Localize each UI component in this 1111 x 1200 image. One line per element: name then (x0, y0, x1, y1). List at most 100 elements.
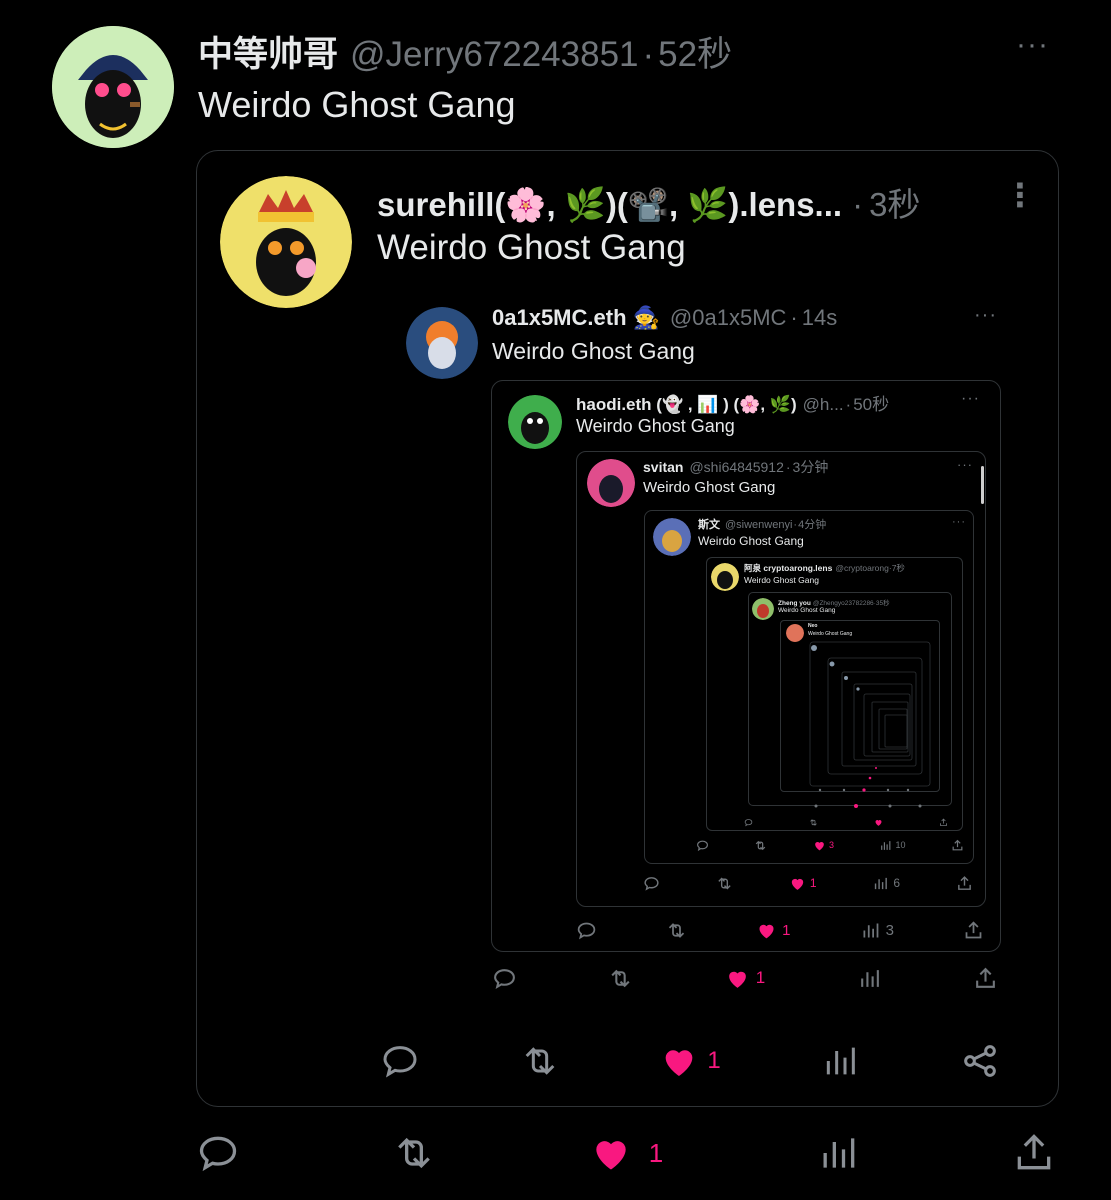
retweet-icon[interactable] (392, 1131, 436, 1175)
reply-icon[interactable] (576, 920, 597, 941)
more-options-icon[interactable]: ⋮ (1004, 176, 1037, 214)
timestamp[interactable]: 3秒 (869, 178, 920, 226)
more-options-icon[interactable]: ··· (952, 516, 966, 528)
avatar-level4[interactable] (587, 459, 635, 507)
like-button[interactable]: 1 (789, 875, 817, 892)
avatar-level2[interactable] (406, 307, 478, 379)
header-level6: 阿泉 cryptoarong.lens @cryptoarong · 7秒 (744, 562, 905, 574)
like-button[interactable]: 3 (813, 839, 834, 852)
views-button[interactable]: 10 (879, 839, 905, 852)
avatar-level0[interactable] (52, 26, 174, 148)
display-name[interactable]: haodi.eth (👻 , 📊 ) (🌸, 🌿) (576, 395, 797, 415)
separator-dot: · (793, 519, 798, 531)
avatar-level6[interactable] (711, 563, 739, 591)
tweet-text: Weirdo Ghost Gang (808, 631, 853, 637)
share-icon[interactable] (956, 875, 973, 892)
like-button[interactable]: 1 (725, 966, 765, 991)
retweet-icon[interactable] (809, 818, 818, 827)
handle[interactable]: @cryptoarong (835, 563, 889, 573)
timestamp[interactable]: 50秒 (853, 390, 889, 415)
retweet-icon[interactable] (520, 1041, 560, 1081)
handle[interactable]: @0a1x5MC (670, 305, 787, 331)
tweet-text: Weirdo Ghost Gang (377, 228, 686, 267)
display-name[interactable]: surehill(🌸, 🌿)(📽️, 🌿).lens... (377, 186, 842, 225)
timestamp[interactable]: 35秒 (876, 597, 890, 607)
share-network-icon[interactable] (960, 1041, 1000, 1081)
display-name[interactable]: 斯文 (698, 516, 720, 532)
retweet-icon[interactable] (666, 920, 687, 941)
reply-icon[interactable] (696, 839, 709, 852)
share-icon[interactable] (963, 920, 984, 941)
header-level5: 斯文 @siwenwenyi · 4分钟 (698, 516, 826, 532)
more-options-icon[interactable]: ··· (961, 390, 980, 408)
share-icon[interactable] (951, 839, 964, 852)
like-count: 1 (755, 968, 766, 987)
share-icon[interactable] (973, 966, 998, 991)
like-count: 1 (809, 876, 817, 890)
share-icon[interactable] (939, 818, 948, 827)
header-level7: Zheng you @Zhengyo23782286 · 35秒 (778, 597, 890, 607)
reply-icon[interactable] (196, 1131, 240, 1175)
action-bar-level5: 3 10 (696, 837, 964, 853)
timestamp[interactable]: 52秒 (658, 26, 732, 77)
tweet-text: Weirdo Ghost Gang (198, 84, 516, 125)
avatar-level5[interactable] (653, 518, 691, 556)
handle[interactable]: @siwenwenyi (725, 519, 792, 531)
recursive-tweet-tunnel (809, 641, 931, 808)
handle[interactable]: @Jerry672243851 (350, 35, 639, 75)
scrollbar[interactable] (981, 466, 984, 504)
views-button[interactable]: 6 (872, 875, 900, 892)
display-name[interactable]: Zheng you (778, 600, 811, 607)
header-level1: surehill(🌸, 🌿)(📽️, 🌿).lens... · 3秒 (377, 178, 920, 226)
action-bar-level1: 1 (380, 1040, 1000, 1082)
tweet-text: Weirdo Ghost Gang (778, 607, 836, 614)
more-options-icon[interactable]: ··· (957, 457, 973, 472)
reply-icon[interactable] (643, 875, 660, 892)
avatar-level3[interactable] (508, 395, 562, 449)
header-level4: svitan @shi64845912 · 3分钟 (643, 457, 828, 477)
action-bar-level0: 1 (196, 1130, 1056, 1176)
views-icon[interactable] (857, 966, 882, 991)
display-name[interactable]: Neo (808, 623, 817, 629)
like-icon[interactable] (874, 818, 883, 827)
heart-icon (759, 924, 774, 938)
more-options-icon[interactable]: ··· (1016, 28, 1049, 62)
avatar-level1[interactable] (220, 176, 352, 308)
timestamp[interactable]: 14s (802, 305, 837, 331)
header-level3: haodi.eth (👻 , 📊 ) (🌸, 🌿) @h... · 50秒 (576, 390, 889, 415)
tweet-text: Weirdo Ghost Gang (576, 416, 735, 436)
views-button[interactable]: 3 (860, 920, 894, 941)
display-name[interactable]: 中等帅哥 (198, 26, 338, 77)
like-button[interactable]: 1 (589, 1131, 663, 1175)
like-button[interactable]: 1 (659, 1041, 721, 1081)
views-icon (863, 923, 878, 937)
timestamp[interactable]: 7秒 (892, 562, 905, 574)
reply-icon[interactable] (380, 1041, 420, 1081)
separator-dot: · (790, 305, 798, 330)
like-count: 1 (782, 921, 791, 939)
timestamp[interactable]: 4分钟 (798, 516, 826, 532)
views-icon (881, 840, 891, 850)
handle[interactable]: @shi64845912 (689, 459, 783, 475)
views-icon[interactable] (816, 1131, 860, 1175)
timestamp[interactable]: 3分钟 (793, 457, 829, 477)
retweet-icon[interactable] (608, 966, 633, 991)
more-options-icon[interactable]: ··· (974, 304, 997, 327)
like-count: 1 (707, 1047, 721, 1074)
retweet-icon[interactable] (754, 839, 767, 852)
display-name[interactable]: svitan (643, 459, 683, 475)
reply-icon[interactable] (744, 818, 753, 827)
action-bar-level2: 1 (492, 964, 998, 992)
handle[interactable]: @h... (803, 395, 844, 415)
display-name[interactable]: 0a1x5MC.eth (492, 305, 627, 331)
avatar-level7[interactable] (752, 598, 774, 620)
display-name[interactable]: 阿泉 cryptoarong.lens (744, 562, 832, 574)
handle[interactable]: @Zhengyo23782286 (813, 600, 874, 607)
share-icon[interactable] (1012, 1131, 1056, 1175)
views-icon[interactable] (820, 1041, 860, 1081)
tweet-text: Weirdo Ghost Gang (492, 338, 695, 364)
reply-icon[interactable] (492, 966, 517, 991)
view-count: 10 (895, 840, 906, 850)
retweet-icon[interactable] (716, 875, 733, 892)
like-button[interactable]: 1 (756, 920, 791, 941)
